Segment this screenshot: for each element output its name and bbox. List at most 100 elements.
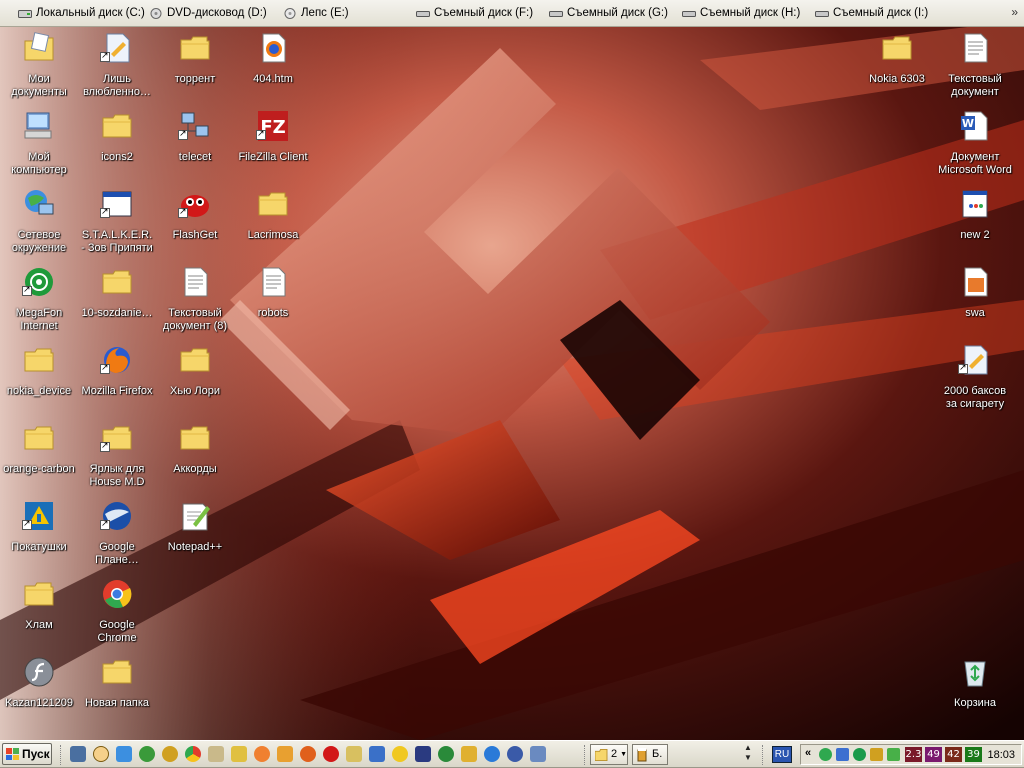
- desktop-icon-stalker[interactable]: S.T.A.L.K.E.R. - Зов Припяти: [78, 186, 156, 260]
- ship-icon[interactable]: [369, 746, 385, 762]
- info-icon[interactable]: [93, 746, 109, 762]
- desktop-icon-akkordy[interactable]: Аккорды: [156, 420, 234, 494]
- recycle-bin-icon: [964, 661, 986, 687]
- desktop-icon-mozilla-firefox[interactable]: Mozilla Firefox: [78, 342, 156, 416]
- desktop-icon-notepad-plus[interactable]: Notepad++: [156, 498, 234, 572]
- task-button-b[interactable]: Б.: [632, 744, 668, 765]
- desktop-icon-my-computer[interactable]: Мой компьютер: [0, 108, 78, 182]
- clock[interactable]: 18:03: [987, 748, 1015, 762]
- archiver-icon[interactable]: [231, 746, 247, 762]
- calculator-icon[interactable]: [70, 746, 86, 762]
- drive-i-button[interactable]: Съемный диск (I:): [815, 4, 928, 22]
- taskbar-grip[interactable]: [584, 745, 588, 765]
- taskbar-scroll-arrows[interactable]: ▲ ▼: [742, 743, 754, 765]
- desktop-icon-house-md[interactable]: Ярлык для House M.D: [78, 420, 156, 494]
- opera-icon[interactable]: [323, 746, 339, 762]
- removable-disk-icon: [549, 10, 563, 17]
- desktop-icon-filezilla[interactable]: FZ FileZilla Client: [234, 108, 312, 182]
- icon-label: Мой компьютер: [11, 151, 67, 176]
- warning-icon[interactable]: [208, 746, 224, 762]
- desktop-icon-pokatushki[interactable]: Покатушки: [0, 498, 78, 572]
- hard-disk-icon: [18, 9, 32, 18]
- ie-icon[interactable]: [484, 746, 500, 762]
- drive-d-button[interactable]: DVD-дисковод (D:): [149, 4, 267, 22]
- drive-c-button[interactable]: Локальный диск (C:): [18, 4, 145, 22]
- desktop-icon-icons2[interactable]: icons2: [78, 108, 156, 182]
- desktop-icon-recycle-bin[interactable]: Корзина: [936, 654, 1014, 728]
- monitor-tray-icon[interactable]: [836, 748, 849, 761]
- firefox-icon[interactable]: [300, 746, 316, 762]
- refresh-icon[interactable]: [438, 746, 454, 762]
- tray-expand-chevron[interactable]: «: [805, 747, 811, 759]
- desktop-icon-text-document-8[interactable]: Текстовый документ (8): [156, 264, 234, 338]
- desktop-icon-new-2[interactable]: new 2: [936, 186, 1014, 260]
- icon-label: Документ Microsoft Word: [938, 151, 1012, 176]
- language-indicator[interactable]: RU: [772, 746, 792, 763]
- drive-h-button[interactable]: Съемный диск (H:): [682, 4, 800, 22]
- check-tray-icon[interactable]: [887, 748, 900, 761]
- shortcut-arrow-icon: [100, 50, 110, 62]
- network-icon[interactable]: [116, 746, 132, 762]
- chevron-down-icon: ▼: [620, 751, 627, 758]
- taskbar-grip[interactable]: [762, 745, 766, 765]
- at-icon[interactable]: [254, 746, 270, 762]
- globe-icon[interactable]: [139, 746, 155, 762]
- desktop-icon-text-document[interactable]: Текстовый документ: [936, 30, 1014, 104]
- taskbar-grip[interactable]: [60, 745, 64, 765]
- desktop-icon-torrent[interactable]: торрент: [156, 30, 234, 104]
- drive-f-button[interactable]: Съемный диск (F:): [416, 4, 533, 22]
- icon-label: new 2: [960, 229, 990, 241]
- desktop-icon-hugh-laurie[interactable]: Хью Лори: [156, 342, 234, 416]
- drive-e-button[interactable]: Лепс (E:): [283, 4, 349, 22]
- desktop-icon-google-earth[interactable]: Google Плане…: [78, 498, 156, 572]
- desktop-icon-word-document[interactable]: W Документ Microsoft Word: [936, 108, 1014, 182]
- my-computer-icon: [24, 112, 52, 139]
- task-label: 2: [610, 748, 618, 760]
- pen-icon[interactable]: [461, 746, 477, 762]
- megafon-tray-icon[interactable]: [853, 748, 866, 761]
- network-tray-icon[interactable]: [819, 748, 832, 761]
- drive-g-button[interactable]: Съемный диск (G:): [549, 4, 668, 22]
- notepad-file-icon: [962, 190, 988, 218]
- desktop-icon-telecet[interactable]: telecet: [156, 108, 234, 182]
- clipboard-icon[interactable]: [530, 746, 546, 762]
- start-button[interactable]: Пуск: [2, 743, 52, 765]
- icon-label: Сетевое окружение: [11, 229, 67, 254]
- icon-label: Google Chrome: [97, 619, 137, 644]
- glasses-icon[interactable]: [277, 746, 293, 762]
- desktop-icon-10-sozdanie[interactable]: 10-sozdanie…: [78, 264, 156, 338]
- desktop-icon-flashget[interactable]: FlashGet: [156, 186, 234, 260]
- folder-icon: [24, 426, 54, 450]
- desktop-icon-swa[interactable]: swa: [936, 264, 1014, 338]
- desktop-icon-robots[interactable]: robots: [234, 264, 312, 338]
- memory-meter: 49: [925, 747, 942, 762]
- media-player-icon[interactable]: [507, 746, 523, 762]
- desktop-icon-lacrimosa[interactable]: Lacrimosa: [234, 186, 312, 260]
- desktop-icon-hlam[interactable]: Хлам: [0, 576, 78, 650]
- desktop-icon-megafon-internet[interactable]: MegaFon Internet: [0, 264, 78, 338]
- desktop-icon-network-places[interactable]: Сетевое окружение: [0, 186, 78, 260]
- desktop-icon-nokia-device[interactable]: nokia_device: [0, 342, 78, 416]
- desktop-icon-new-folder[interactable]: Новая папка: [78, 654, 156, 728]
- puzzle-icon[interactable]: [346, 746, 362, 762]
- floppy-icon[interactable]: [415, 746, 431, 762]
- icon-label: orange-carbon: [3, 463, 75, 475]
- drive-bar-chevron[interactable]: »: [1011, 5, 1018, 19]
- pen-tray-icon[interactable]: [870, 748, 883, 761]
- desktop-icon-orange-carbon[interactable]: orange-carbon: [0, 420, 78, 494]
- radiation-icon[interactable]: [392, 746, 408, 762]
- desktop-icon-kazan[interactable]: Kazan121209: [0, 654, 78, 728]
- desktop-icon-lish-vlyublenno[interactable]: Лишь влюбленно…: [78, 30, 156, 104]
- icon-label: swa: [965, 307, 985, 319]
- desktop-icon-404-htm[interactable]: 404.htm: [234, 30, 312, 104]
- desktop-icon-2000-baksov[interactable]: 2000 баксов за сигарету: [936, 342, 1014, 416]
- desktop-icon-nokia-6303[interactable]: Nokia 6303: [858, 30, 936, 104]
- icon-label: Хью Лори: [170, 385, 220, 397]
- dvd-drive-icon: [150, 7, 162, 19]
- chrome-icon[interactable]: [185, 746, 201, 762]
- desktop-icon-google-chrome[interactable]: Google Chrome: [78, 576, 156, 650]
- globe-icon[interactable]: [162, 746, 178, 762]
- desktop-icon-my-documents[interactable]: Мои документы: [0, 30, 78, 104]
- drive-label: Съемный диск (H:): [700, 7, 801, 19]
- task-button-folders[interactable]: 2 ▼: [590, 744, 628, 765]
